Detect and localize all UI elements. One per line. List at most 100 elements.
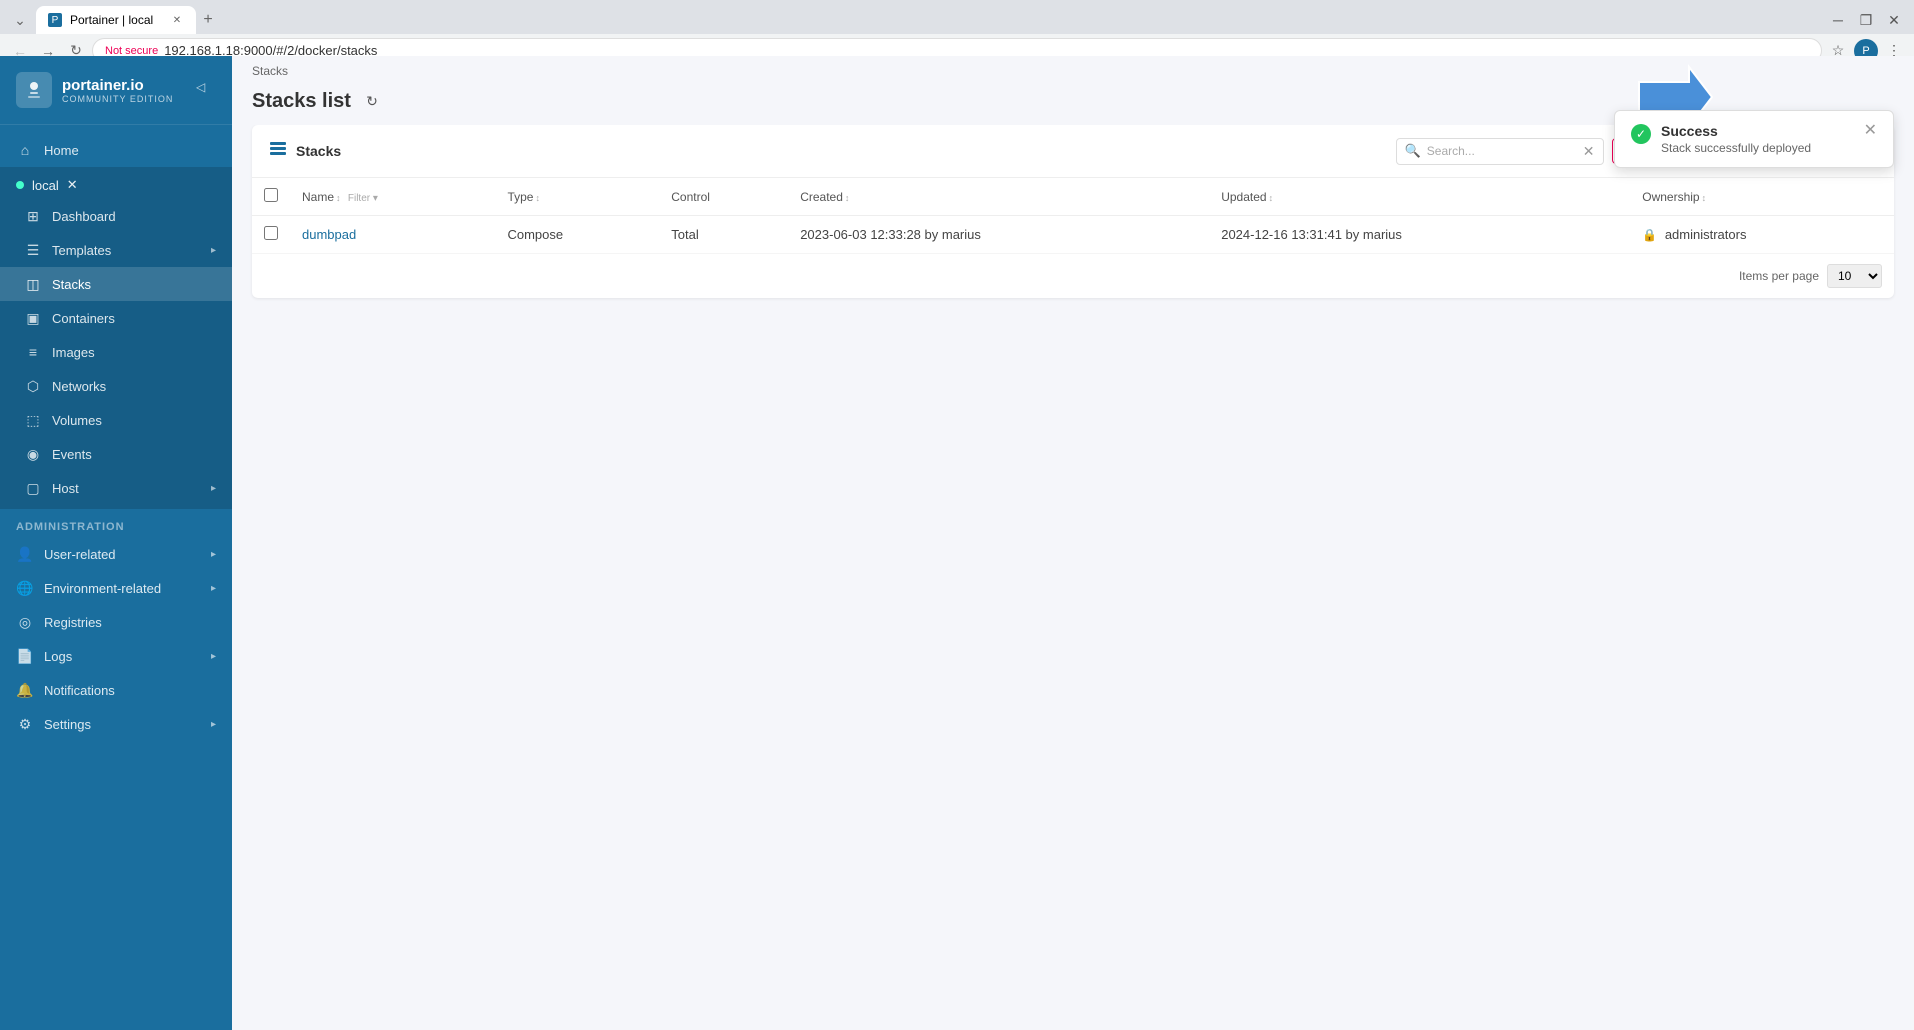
tab-close-btn[interactable]: ✕: [170, 13, 184, 27]
items-per-page-label: Items per page: [1739, 269, 1819, 283]
col-checkbox: [252, 178, 290, 216]
settings-icon: ⚙: [16, 715, 34, 733]
sidebar-item-host[interactable]: ▢ Host ▸: [0, 471, 232, 505]
select-all-checkbox[interactable]: [264, 188, 278, 202]
ownership-icon: 🔒: [1642, 228, 1657, 242]
dashboard-label: Dashboard: [52, 209, 216, 224]
networks-icon: ⬡: [24, 377, 42, 395]
window-controls: ─ ❐ ✕: [1826, 8, 1906, 32]
notifications-label: Notifications: [44, 683, 216, 698]
dashboard-icon: ⊞: [24, 207, 42, 225]
name-filter-btn[interactable]: Filter ▾: [348, 193, 378, 204]
toast-success-icon: ✓: [1631, 124, 1651, 144]
browser-tab[interactable]: P Portainer | local ✕: [36, 6, 196, 34]
sidebar-item-containers[interactable]: ▣ Containers: [0, 301, 232, 335]
logs-icon: 📄: [16, 647, 34, 665]
items-per-page: Items per page 10 25 50 100: [252, 254, 1894, 298]
logs-label: Logs: [44, 649, 201, 664]
card-title: Stacks: [268, 139, 341, 164]
sidebar-item-settings[interactable]: ⚙ Settings ▸: [0, 707, 232, 741]
stack-name-link[interactable]: dumbpad: [302, 227, 356, 242]
col-type[interactable]: Type↕: [495, 178, 659, 216]
search-input[interactable]: [1427, 144, 1577, 158]
table-header-row: Name↕ Filter ▾ Type↕ Control Created↕ Up…: [252, 178, 1894, 216]
new-tab-btn[interactable]: +: [196, 8, 220, 32]
admin-section-label: Administration: [0, 509, 232, 537]
env-local[interactable]: local ✕: [0, 171, 232, 199]
env-related-icon: 🌐: [16, 579, 34, 597]
row-updated-cell: 2024-12-16 13:31:41 by marius: [1209, 216, 1630, 254]
col-updated[interactable]: Updated↕: [1209, 178, 1630, 216]
refresh-btn[interactable]: ↻: [361, 91, 383, 113]
sidebar-item-volumes[interactable]: ⬚ Volumes: [0, 403, 232, 437]
containers-label: Containers: [52, 311, 216, 326]
user-related-icon: 👤: [16, 545, 34, 563]
sidebar-item-home[interactable]: ⌂ Home: [0, 133, 232, 167]
items-per-page-select[interactable]: 10 25 50 100: [1827, 264, 1882, 288]
window-close-btn[interactable]: ✕: [1882, 8, 1906, 32]
registries-icon: ◎: [16, 613, 34, 631]
registries-label: Registries: [44, 615, 216, 630]
sidebar-item-images[interactable]: ≡ Images: [0, 335, 232, 369]
tab-favicon: P: [48, 13, 62, 27]
volumes-icon: ⬚: [24, 411, 42, 429]
events-label: Events: [52, 447, 216, 462]
page-title: Stacks list: [252, 90, 351, 113]
templates-icon: ☰: [24, 241, 42, 259]
sidebar-item-user-related[interactable]: 👤 User-related ▸: [0, 537, 232, 571]
settings-chevron: ▸: [211, 719, 216, 730]
stacks-card-title: Stacks: [296, 143, 341, 159]
search-icon: 🔍: [1405, 143, 1421, 159]
row-ownership-cell: 🔒 administrators: [1630, 216, 1894, 254]
logo-text: portainer.io COMMUNITY EDITION: [62, 77, 173, 104]
events-icon: ◉: [24, 445, 42, 463]
sidebar-item-env-related[interactable]: 🌐 Environment-related ▸: [0, 571, 232, 605]
sidebar-item-templates[interactable]: ☰ Templates ▸: [0, 233, 232, 267]
sidebar-item-notifications[interactable]: 🔔 Notifications: [0, 673, 232, 707]
toast-title: Success: [1661, 123, 1854, 139]
success-toast: ✓ Success Stack successfully deployed ✕: [1614, 110, 1894, 168]
sidebar-logo: portainer.io COMMUNITY EDITION ◁: [0, 56, 232, 125]
security-indicator: Not secure: [105, 45, 158, 57]
search-clear-btn[interactable]: ✕: [1583, 143, 1595, 160]
home-icon: ⌂: [16, 141, 34, 159]
search-box[interactable]: 🔍 ✕: [1396, 138, 1604, 165]
env-name: local: [32, 178, 59, 193]
sidebar-nav: ⌂ Home local ✕ ⊞ Dashboard ☰ Templ: [0, 125, 232, 1030]
browser-menu-btn[interactable]: ⌄: [8, 8, 32, 32]
sidebar-item-logs[interactable]: 📄 Logs ▸: [0, 639, 232, 673]
col-control: Control: [659, 178, 788, 216]
sidebar-item-stacks[interactable]: ◫ Stacks: [0, 267, 232, 301]
templates-chevron: ▸: [211, 245, 216, 256]
ownership-sort-icon: ↕: [1702, 193, 1707, 203]
host-chevron: ▸: [211, 483, 216, 494]
toast-close-btn[interactable]: ✕: [1864, 123, 1877, 139]
content-area: Stacks 🔍 ✕ 🗑 Remove + Add: [232, 125, 1914, 1030]
minimize-btn[interactable]: ─: [1826, 8, 1850, 32]
notifications-icon: 🔔: [16, 681, 34, 699]
ownership-value: administrators: [1665, 227, 1747, 242]
containers-icon: ▣: [24, 309, 42, 327]
env-close-icon[interactable]: ✕: [67, 177, 78, 193]
sidebar-item-networks[interactable]: ⬡ Networks: [0, 369, 232, 403]
env-status-indicator: [16, 181, 24, 189]
row-control-cell: Total: [659, 216, 788, 254]
maximize-btn[interactable]: ❐: [1854, 8, 1878, 32]
col-ownership[interactable]: Ownership↕: [1630, 178, 1894, 216]
sidebar-item-events[interactable]: ◉ Events: [0, 437, 232, 471]
sidebar-item-dashboard[interactable]: ⊞ Dashboard: [0, 199, 232, 233]
created-sort-icon: ↕: [845, 193, 850, 203]
sidebar-collapse-btn[interactable]: ◁: [196, 80, 216, 100]
table-header: Name↕ Filter ▾ Type↕ Control Created↕ Up…: [252, 178, 1894, 216]
logo-icon: [16, 72, 52, 108]
sidebar: portainer.io COMMUNITY EDITION ◁ ⌂ Home …: [0, 56, 232, 1030]
col-created[interactable]: Created↕: [788, 178, 1209, 216]
col-name[interactable]: Name↕ Filter ▾: [290, 178, 495, 216]
row-created-cell: 2023-06-03 12:33:28 by marius: [788, 216, 1209, 254]
sidebar-item-registries[interactable]: ◎ Registries: [0, 605, 232, 639]
user-related-chevron: ▸: [211, 549, 216, 560]
app: portainer.io COMMUNITY EDITION ◁ ⌂ Home …: [0, 56, 1914, 1030]
stacks-card-icon: [268, 139, 288, 164]
stacks-table: Name↕ Filter ▾ Type↕ Control Created↕ Up…: [252, 178, 1894, 254]
row-checkbox[interactable]: [264, 226, 278, 240]
